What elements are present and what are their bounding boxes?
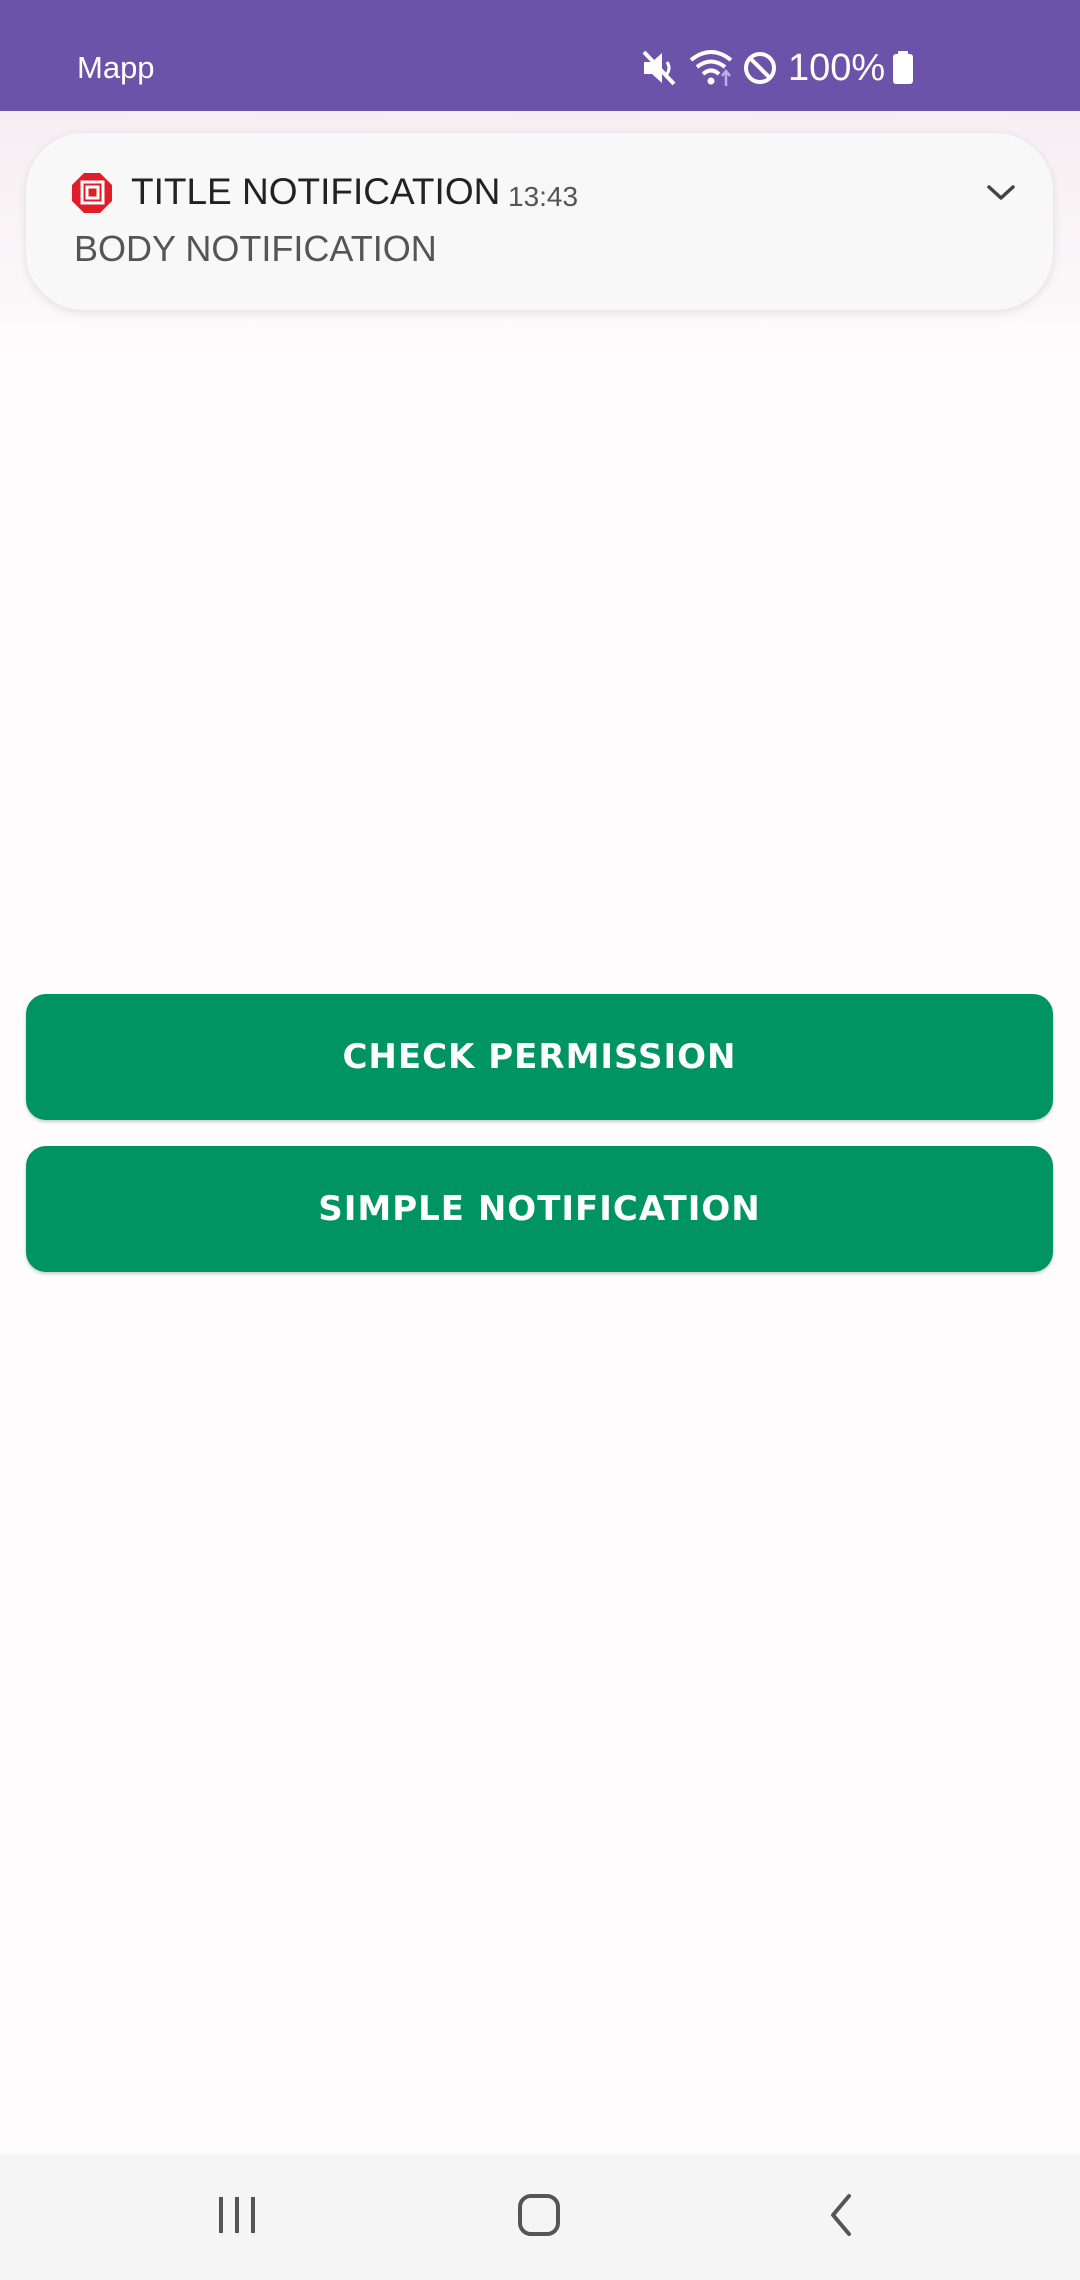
notification-card[interactable]: TITLE NOTIFICATION 13:43 BODY NOTIFICATI… [26,133,1053,310]
do-not-disturb-icon [742,46,778,90]
wifi-icon [688,46,734,90]
simple-notification-button[interactable]: SIMPLE NOTIFICATION [26,1146,1053,1272]
notification-body: BODY NOTIFICATION [74,228,437,269]
back-button[interactable] [761,2154,921,2280]
mute-icon [640,46,680,90]
home-icon [517,2193,561,2242]
back-icon [826,2193,856,2242]
notification-time: 13:43 [508,181,579,212]
notification-title: TITLE NOTIFICATION [131,171,501,212]
status-icons: 100% [640,46,915,90]
battery-percentage: 100% [788,46,886,89]
app-logo-icon [72,173,112,213]
check-permission-button[interactable]: CHECK PERMISSION [26,994,1053,1120]
recent-apps-icon [215,2195,259,2240]
chevron-down-icon[interactable] [981,178,1021,208]
home-button[interactable] [459,2154,619,2280]
recent-apps-button[interactable] [157,2154,317,2280]
battery-icon [891,51,915,85]
status-bar: Mapp 100% [0,0,1080,111]
navigation-bar [0,2154,1080,2280]
